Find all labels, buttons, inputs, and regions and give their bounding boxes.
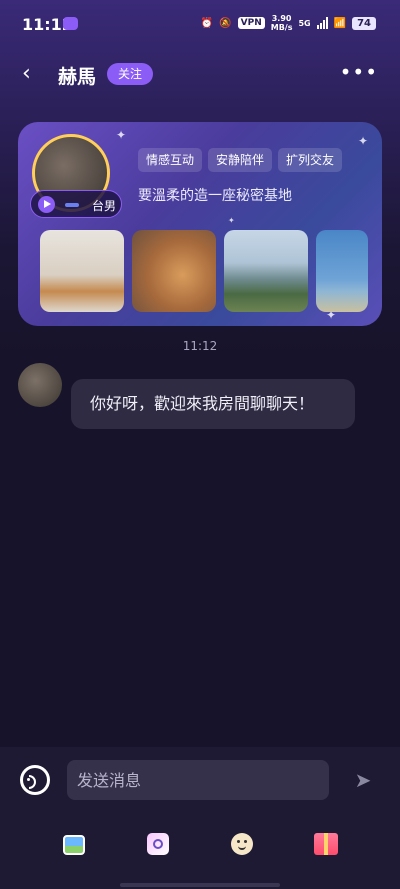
speed-value: 3.90 bbox=[271, 14, 292, 23]
voice-input-icon[interactable] bbox=[20, 765, 50, 795]
gender-label: 台男 bbox=[92, 199, 117, 213]
gift-icon[interactable] bbox=[314, 833, 338, 855]
more-dots-icon[interactable]: ••• bbox=[340, 62, 378, 82]
camera-icon[interactable] bbox=[147, 833, 169, 855]
speed-unit: MB/s bbox=[270, 23, 293, 32]
network-speed: 3.90 MB/s bbox=[271, 14, 293, 32]
chevron-left-icon[interactable]: ‹ bbox=[22, 62, 42, 86]
signal-icon bbox=[316, 17, 328, 29]
network-type: 5G bbox=[298, 18, 311, 28]
message-timestamp: 11:12 bbox=[182, 339, 218, 353]
follow-button[interactable]: 关注 bbox=[107, 63, 153, 85]
play-icon[interactable] bbox=[38, 196, 55, 213]
emoji-icon[interactable] bbox=[231, 833, 253, 855]
interest-tags: 情感互动 安静陪伴 扩列交友 bbox=[138, 148, 343, 172]
wifi-icon: 📶 bbox=[333, 17, 347, 29]
mountain-landscape-photo[interactable] bbox=[224, 230, 308, 312]
image-icon[interactable] bbox=[63, 835, 85, 855]
alarm-icon: ⏰ bbox=[200, 17, 214, 29]
home-indicator[interactable] bbox=[120, 883, 280, 887]
cat-closeup-photo[interactable] bbox=[132, 230, 216, 312]
tag-item: 安静陪伴 bbox=[208, 148, 273, 172]
photo-gallery bbox=[40, 230, 368, 312]
status-icons: ⏰ 🔕 VPN 3.90 MB/s 5G 📶 74 bbox=[201, 14, 376, 32]
chat-title: 赫馬 bbox=[58, 66, 97, 88]
profile-signature: 要溫柔的造一座秘密基地 bbox=[138, 188, 292, 204]
cats-photo[interactable] bbox=[40, 230, 124, 312]
app-notification-icon bbox=[63, 17, 78, 30]
status-bar: 11:12 ⏰ 🔕 VPN 3.90 MB/s 5G 📶 74 bbox=[0, 0, 400, 48]
voice-intro[interactable]: 台男 bbox=[30, 190, 122, 218]
message-input[interactable] bbox=[67, 760, 329, 800]
input-bar: ➤ bbox=[0, 747, 400, 889]
sparkle-icon: ✦ bbox=[116, 128, 127, 142]
sparkle-icon: ✦ bbox=[228, 216, 235, 225]
send-icon[interactable]: ➤ bbox=[350, 767, 376, 793]
message-bubble[interactable]: 你好呀，歡迎來我房間聊聊天！ bbox=[71, 379, 355, 429]
tag-item: 扩列交友 bbox=[278, 148, 343, 172]
profile-card[interactable]: ✦ ✦ ✦ ✦ 台男 情感互动 安静陪伴 扩列交友 要溫柔的造一座秘密基地 bbox=[18, 122, 382, 326]
input-tools bbox=[0, 833, 400, 863]
sender-avatar[interactable] bbox=[18, 363, 62, 407]
sparkle-icon: ✦ bbox=[358, 134, 369, 148]
mute-icon: 🔕 bbox=[219, 17, 232, 29]
tag-item: 情感互动 bbox=[138, 148, 203, 172]
waveform-icon bbox=[65, 203, 79, 207]
vpn-badge: VPN bbox=[237, 17, 265, 29]
battery-level: 74 bbox=[352, 16, 376, 30]
sea-photo[interactable] bbox=[316, 230, 368, 312]
